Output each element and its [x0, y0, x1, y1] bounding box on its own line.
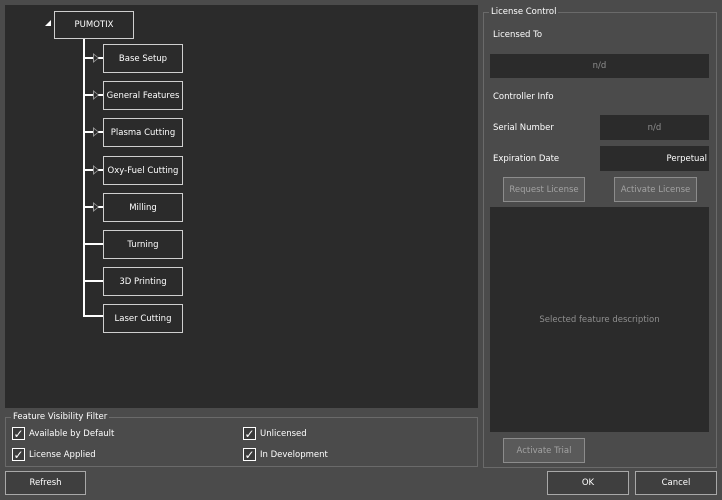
licensed-to-field: n/d — [490, 54, 709, 78]
tree-node-label: Turning — [127, 239, 159, 250]
checkbox-in-development[interactable]: ✓ In Development — [243, 448, 328, 461]
expiration-date-label: Expiration Date — [493, 154, 560, 164]
feature-description-placeholder: Selected feature description — [539, 314, 660, 325]
license-control-panel: License Control Licensed To n/d Controll… — [483, 7, 717, 468]
collapse-triangle-icon[interactable] — [45, 20, 51, 26]
tree-connector — [83, 280, 103, 282]
expand-triangle-icon[interactable] — [93, 53, 99, 63]
tree-node-label: PUMOTIX — [74, 20, 114, 30]
tree-node-laser-cutting[interactable]: Laser Cutting — [103, 304, 183, 333]
serial-number-field: n/d — [600, 115, 709, 140]
feature-tree-panel: PUMOTIX Base Setup General Features Plas… — [5, 5, 478, 408]
refresh-button[interactable]: Refresh — [5, 471, 86, 495]
checkbox-label: License Applied — [29, 449, 96, 460]
tree-node-plasma-cutting[interactable]: Plasma Cutting — [103, 118, 183, 147]
feature-visibility-filter: Feature Visibility Filter ✓ Available by… — [5, 412, 478, 467]
expand-triangle-icon[interactable] — [93, 165, 99, 175]
licensed-to-label: Licensed To — [493, 30, 543, 40]
activate-trial-button[interactable]: Activate Trial — [503, 438, 585, 463]
tree-connector-trunk — [83, 39, 85, 316]
tree-node-label: Oxy-Fuel Cutting — [107, 165, 179, 176]
checkbox-available-by-default[interactable]: ✓ Available by Default — [12, 427, 114, 440]
tree-node-3d-printing[interactable]: 3D Printing — [103, 267, 183, 296]
tree-node-label: Milling — [129, 202, 157, 213]
expand-triangle-icon[interactable] — [93, 202, 99, 212]
expand-triangle-icon[interactable] — [93, 127, 99, 137]
checkmark-icon[interactable]: ✓ — [243, 448, 256, 461]
cancel-button[interactable]: Cancel — [635, 471, 717, 495]
ok-button[interactable]: OK — [547, 471, 629, 495]
tree-node-general-features[interactable]: General Features — [103, 81, 183, 110]
checkmark-icon[interactable]: ✓ — [12, 427, 25, 440]
tree-node-milling[interactable]: Milling — [103, 193, 183, 222]
checkbox-label: Unlicensed — [260, 428, 307, 439]
licensed-to-value: n/d — [592, 61, 607, 71]
tree-connector — [83, 243, 103, 245]
checkbox-label: Available by Default — [29, 428, 115, 439]
expiration-date-field: Perpetual — [600, 146, 709, 171]
expand-triangle-icon[interactable] — [93, 90, 99, 100]
tree-node-label: General Features — [106, 90, 180, 101]
tree-node-label: Plasma Cutting — [110, 127, 176, 138]
checkbox-label: In Development — [260, 449, 328, 460]
license-group-title: License Control — [489, 7, 559, 17]
tree-node-label: Base Setup — [118, 53, 168, 64]
filter-group-title: Feature Visibility Filter — [11, 412, 110, 422]
serial-number-label: Serial Number — [493, 123, 554, 133]
request-license-button[interactable]: Request License — [503, 177, 585, 202]
tree-node-label: Laser Cutting — [114, 313, 172, 324]
tree-node-label: 3D Printing — [119, 276, 167, 287]
activate-license-button[interactable]: Activate License — [614, 177, 697, 202]
controller-info-label: Controller Info — [493, 92, 554, 102]
checkmark-icon[interactable]: ✓ — [243, 427, 256, 440]
feature-description-area: Selected feature description — [490, 207, 709, 432]
checkbox-unlicensed[interactable]: ✓ Unlicensed — [243, 427, 307, 440]
expiration-date-value: Perpetual — [666, 153, 707, 164]
serial-number-value: n/d — [647, 122, 662, 133]
tree-node-base-setup[interactable]: Base Setup — [103, 44, 183, 73]
tree-node-root[interactable]: PUMOTIX — [54, 11, 134, 39]
checkbox-license-applied[interactable]: ✓ License Applied — [12, 448, 96, 461]
checkmark-icon[interactable]: ✓ — [12, 448, 25, 461]
tree-node-turning[interactable]: Turning — [103, 230, 183, 259]
tree-node-oxy-fuel-cutting[interactable]: Oxy-Fuel Cutting — [103, 156, 183, 185]
tree-connector — [83, 315, 103, 317]
